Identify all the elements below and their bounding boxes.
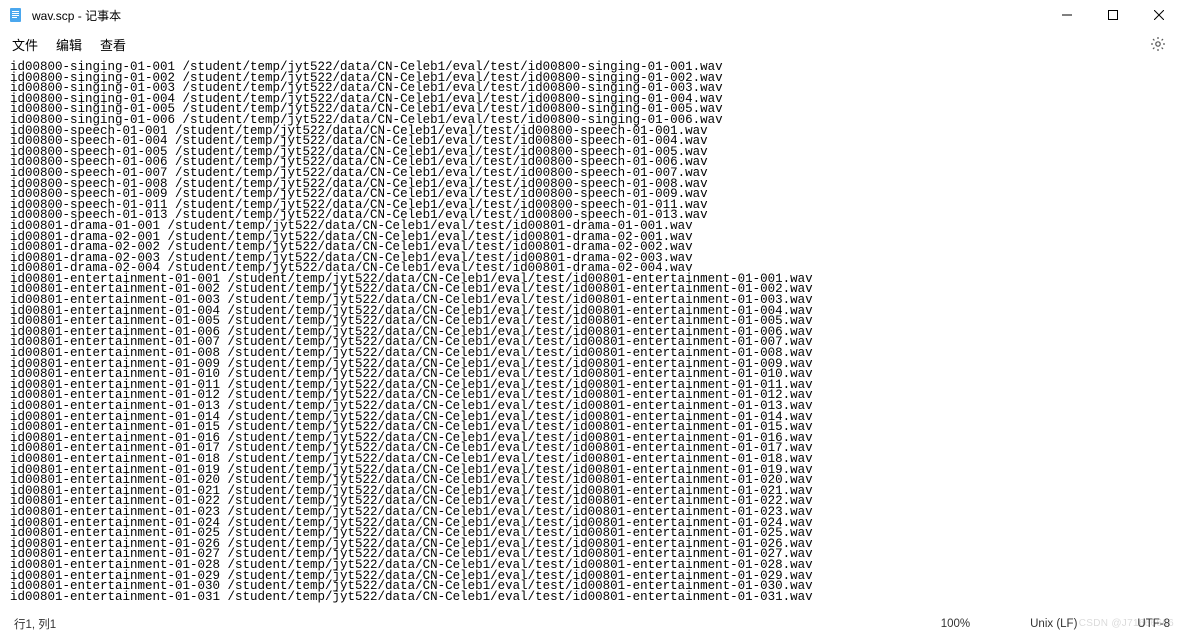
text-line: id00801-entertainment-01-031 /student/te… [10, 592, 1174, 603]
menu-view[interactable]: 查看 [100, 35, 126, 54]
menubar: 文件 编辑 查看 [0, 30, 1184, 58]
status-cursor-position: 行1, 列1 [14, 616, 56, 632]
maximize-button[interactable] [1090, 0, 1136, 30]
titlebar: wav.scp - 记事本 [0, 0, 1184, 30]
status-line-ending: Unix (LF) [1030, 618, 1077, 630]
gear-icon [1150, 36, 1166, 52]
notepad-app-icon [8, 7, 24, 23]
menu-edit[interactable]: 编辑 [56, 35, 82, 54]
close-button[interactable] [1136, 0, 1182, 30]
watermark-text: CSDN @J71666666 [1079, 618, 1174, 629]
text-editor-area[interactable]: id00800-singing-01-001 /student/temp/jyt… [0, 58, 1184, 613]
window-title: wav.scp - 记事本 [32, 7, 121, 24]
menu-file[interactable]: 文件 [12, 35, 38, 54]
statusbar: 行1, 列1 100% Unix (LF) UTF-8 [0, 613, 1184, 635]
settings-button[interactable] [1144, 30, 1172, 58]
status-zoom: 100% [941, 618, 970, 630]
minimize-button[interactable] [1044, 0, 1090, 30]
